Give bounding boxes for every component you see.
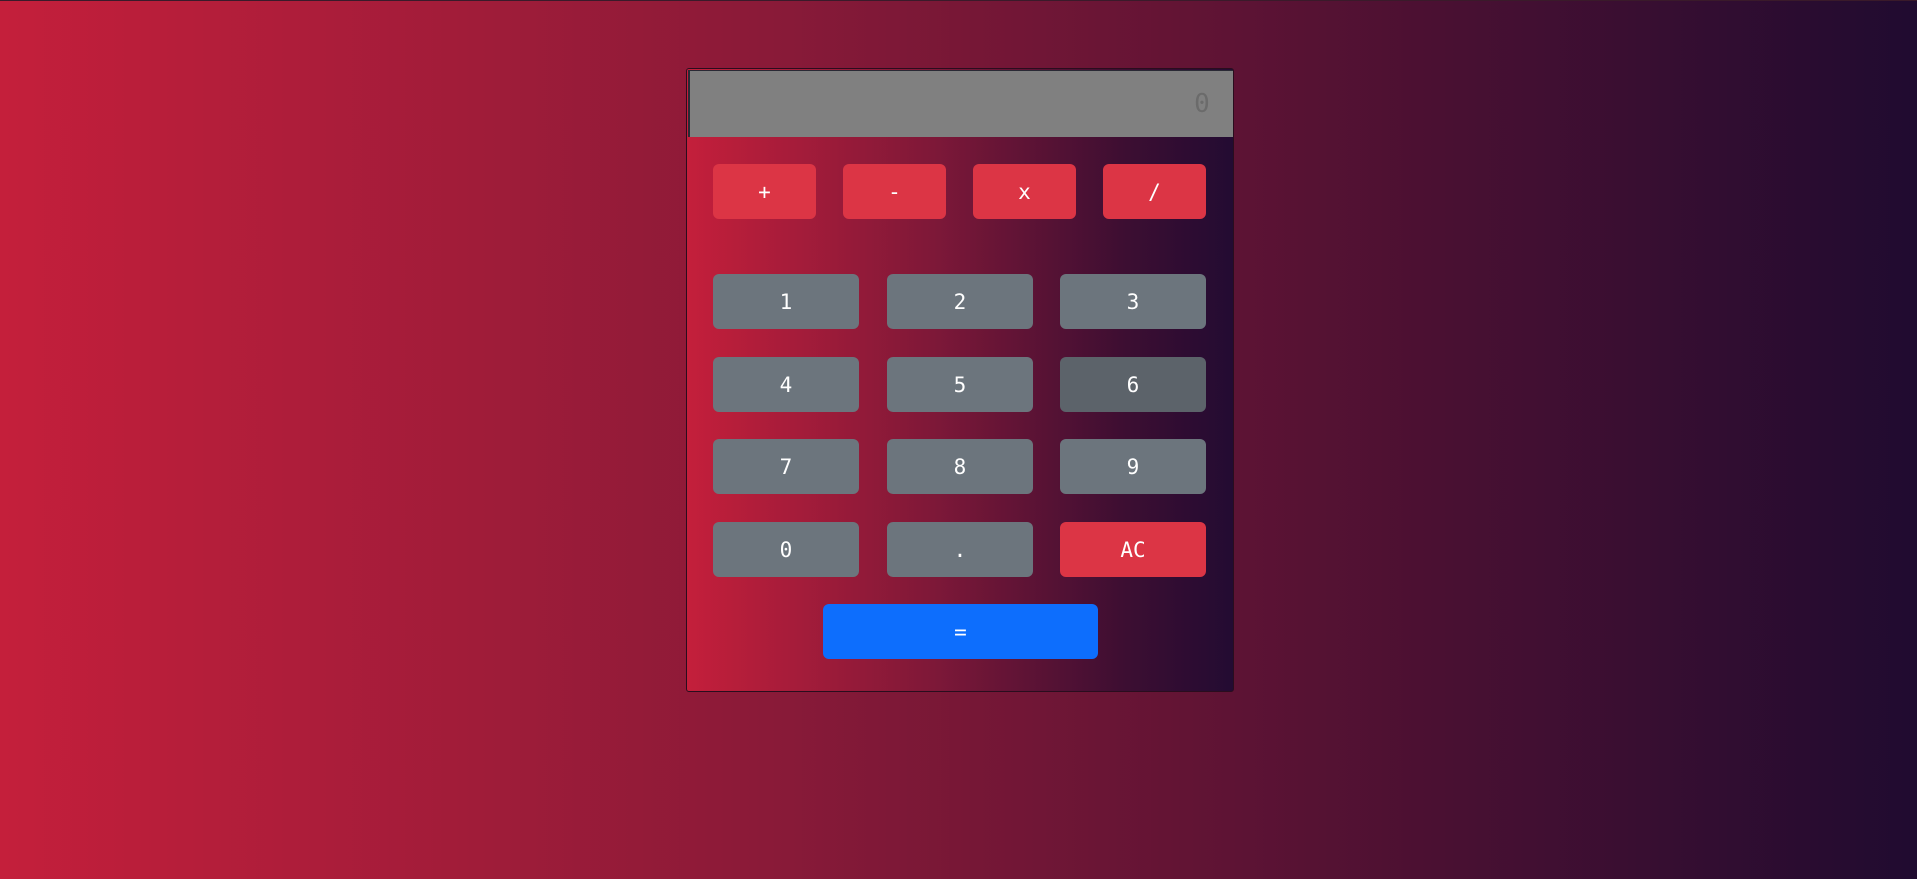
digit-4-button[interactable]: 4 [713, 357, 859, 412]
calculator-display: 0 [688, 70, 1233, 137]
digit-1-button[interactable]: 1 [713, 274, 859, 329]
digit-6-button[interactable]: 6 [1060, 357, 1206, 412]
digit-0-button[interactable]: 0 [713, 522, 859, 577]
divide-button[interactable]: / [1103, 164, 1206, 219]
subtract-button[interactable]: - [843, 164, 946, 219]
digit-5-button[interactable]: 5 [887, 357, 1033, 412]
decimal-button[interactable]: . [887, 522, 1033, 577]
equals-button[interactable]: = [823, 604, 1098, 659]
calculator: 0 + - x / 1 2 3 4 5 6 7 8 9 0 . AC = [686, 68, 1234, 692]
clear-button[interactable]: AC [1060, 522, 1206, 577]
digit-2-button[interactable]: 2 [887, 274, 1033, 329]
multiply-button[interactable]: x [973, 164, 1076, 219]
digit-9-button[interactable]: 9 [1060, 439, 1206, 494]
digit-7-button[interactable]: 7 [713, 439, 859, 494]
digit-3-button[interactable]: 3 [1060, 274, 1206, 329]
top-border [0, 0, 1917, 1]
digit-8-button[interactable]: 8 [887, 439, 1033, 494]
add-button[interactable]: + [713, 164, 816, 219]
display-value: 0 [1194, 89, 1210, 119]
